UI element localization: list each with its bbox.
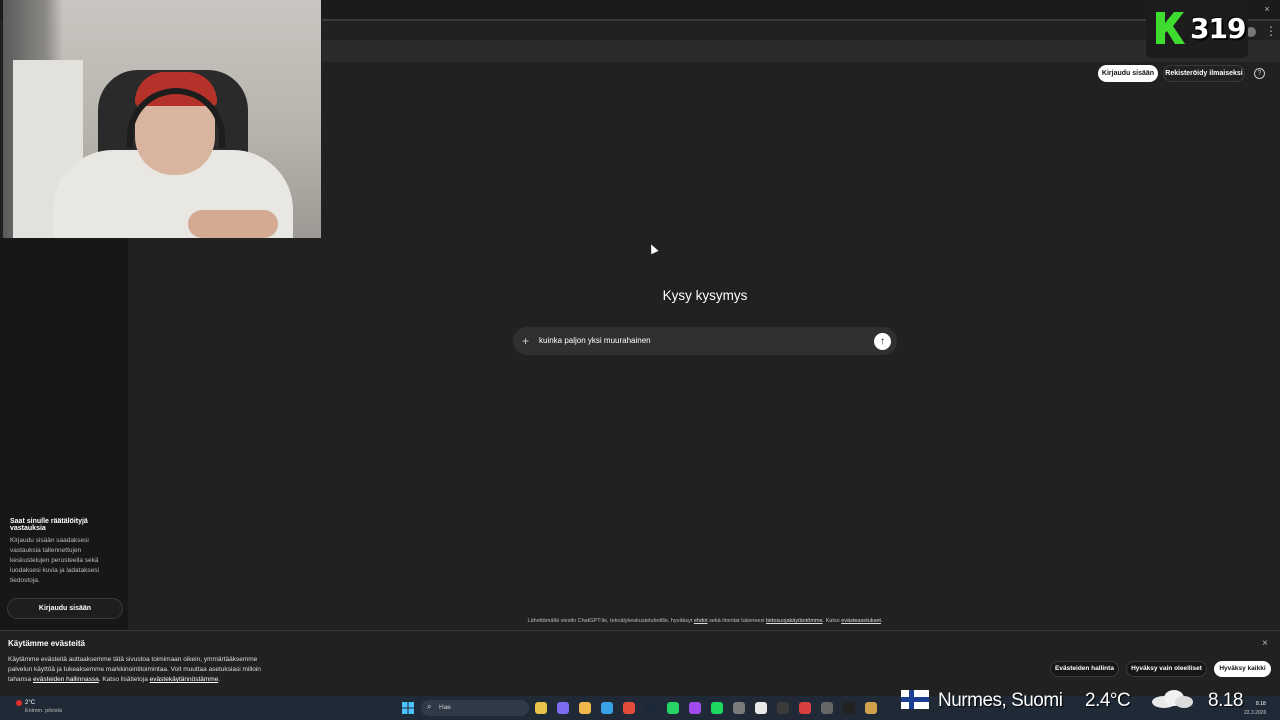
- sidebar-login-button[interactable]: Kirjaudu sisään: [7, 598, 123, 619]
- copilot-icon[interactable]: [557, 702, 569, 714]
- disclaimer-middle: sekä ilmoitat lukeneesi: [707, 618, 766, 624]
- windows-start-icon[interactable]: [402, 702, 414, 714]
- notepad-icon[interactable]: [865, 702, 877, 714]
- terms-link[interactable]: ehdot: [694, 618, 708, 624]
- xbox-icon[interactable]: [777, 702, 789, 714]
- cookie-text-part-2: . Katso lisätietoja: [98, 676, 150, 683]
- disclaimer-prefix: Lähettämällä viestin ChatGPT:lle, tekoäl…: [527, 618, 694, 624]
- send-arrow-icon[interactable]: ↑: [874, 333, 891, 350]
- page-title: Kysy kysymys: [662, 288, 748, 303]
- disclaimer-suffix: . Katso: [822, 618, 842, 624]
- cloud-icon: [1152, 690, 1193, 708]
- privacy-link[interactable]: tietosuojakäytäntömme: [766, 618, 823, 624]
- settings-icon[interactable]: [733, 702, 745, 714]
- chrome-icon[interactable]: [623, 702, 635, 714]
- disclaimer-end: .: [880, 618, 883, 624]
- login-button[interactable]: Kirjaudu sisään: [1098, 65, 1158, 82]
- x-icon[interactable]: [843, 702, 855, 714]
- cookie-settings-link[interactable]: evästeasetukset: [841, 618, 881, 624]
- taskbar-weather-temp[interactable]: 2°C: [25, 700, 35, 706]
- file-explorer-icon[interactable]: [535, 702, 547, 714]
- whatsapp-icon[interactable]: [667, 702, 679, 714]
- cookie-manage-button[interactable]: Evästeiden hallinta: [1050, 661, 1119, 677]
- cookie-title: Käytämme evästeitä: [8, 639, 85, 648]
- cookie-manage-link[interactable]: evästeiden hallinnassa: [33, 676, 99, 683]
- close-window-icon[interactable]: ×: [1262, 4, 1272, 14]
- cookie-policy-link[interactable]: evästekäytännöstämme: [150, 676, 219, 683]
- location-text: Nurmes, Suomi: [938, 690, 1063, 711]
- taskbar-search-placeholder[interactable]: Hae: [439, 704, 451, 711]
- webcam-hand: [188, 210, 278, 238]
- capture-icon[interactable]: [755, 702, 767, 714]
- flag-cross-horizontal: [901, 697, 929, 702]
- spotify-icon[interactable]: [711, 702, 723, 714]
- overlay-time: 8.18: [1208, 690, 1243, 711]
- webcam-overlay: [3, 0, 321, 238]
- k-logo-icon: [1156, 12, 1185, 44]
- folder-icon[interactable]: [579, 702, 591, 714]
- temperature-text: 2.4°C: [1085, 690, 1131, 711]
- attach-plus-icon[interactable]: +: [522, 334, 529, 348]
- register-button[interactable]: Rekisteröidy ilmaiseksi: [1163, 65, 1245, 82]
- search-icon[interactable]: ⌕: [427, 702, 431, 712]
- system-clock-date[interactable]: 22.3.2026: [1244, 710, 1266, 716]
- obs-icon[interactable]: [821, 702, 833, 714]
- steam-icon[interactable]: [645, 702, 657, 714]
- system-clock-time[interactable]: 8.18: [1256, 701, 1266, 707]
- flag-cross-vertical: [909, 690, 914, 709]
- counter-value: 319: [1190, 12, 1246, 45]
- edge-icon[interactable]: [601, 702, 613, 714]
- cookie-accept-all-button[interactable]: Hyväksy kaikki: [1214, 661, 1271, 677]
- help-icon[interactable]: ?: [1254, 68, 1265, 79]
- browser-menu-icon[interactable]: ⋮: [1265, 24, 1277, 38]
- prompt-input[interactable]: kuinka paljon yksi muurahainen: [539, 336, 651, 345]
- app-icon[interactable]: [799, 702, 811, 714]
- taskbar-weather-desc[interactable]: Enimm. pilvistä: [25, 708, 62, 714]
- messenger-icon[interactable]: [689, 702, 701, 714]
- tab-strip: [322, 19, 1280, 21]
- cookie-close-icon[interactable]: ×: [1262, 638, 1268, 649]
- cookie-text-part-3: .: [218, 676, 221, 683]
- taskbar-search[interactable]: [421, 700, 529, 716]
- weather-alert-icon[interactable]: [16, 700, 22, 706]
- cookie-text: Käytämme evästeitä auttaaksemme tätä siv…: [8, 655, 278, 685]
- sidebar-promo-title: Saat sinulle räätälöityjä vastauksia: [10, 518, 88, 532]
- sidebar-promo-text: Kirjaudu sisään saadaksesi vastauksia ta…: [10, 537, 99, 584]
- address-bar[interactable]: [322, 40, 1280, 62]
- cookie-essential-button[interactable]: Hyväksy vain oleelliset: [1126, 661, 1207, 677]
- mouse-cursor-icon: [647, 242, 659, 255]
- disclaimer-text: Lähettämällä viestin ChatGPT:lle, tekoäl…: [440, 618, 970, 624]
